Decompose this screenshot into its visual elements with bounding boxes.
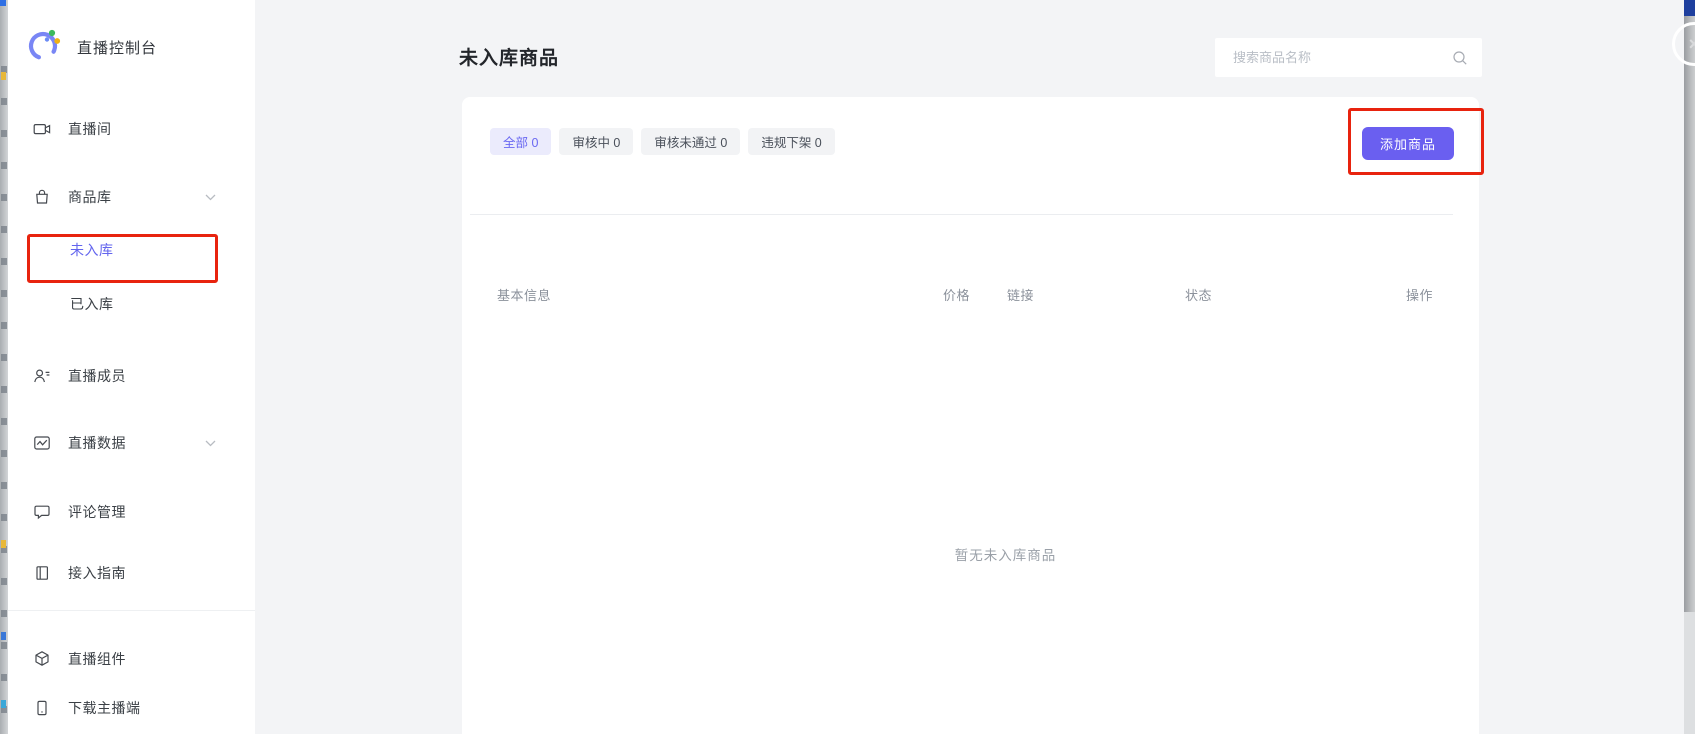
sidebar-item-label: 直播组件	[68, 649, 126, 669]
left-sliver-blue-fragment	[1, 632, 6, 640]
column-header-action: 操作	[1406, 285, 1433, 304]
screen: 直播控制台 直播间 商品库	[0, 0, 1695, 734]
sidebar: 直播控制台 直播间 商品库	[8, 0, 255, 734]
sidebar-item-live-data[interactable]: 直播数据	[8, 423, 255, 463]
sidebar-divider	[8, 610, 255, 611]
brand-title: 直播控制台	[77, 37, 157, 58]
sidebar-item-label: 已入库	[70, 294, 114, 314]
column-header-link: 链接	[1007, 285, 1034, 304]
content-card: 全部 0 审核中 0 审核未通过 0 违规下架 0 添加商品 基本信息 价格 链…	[462, 97, 1479, 734]
cube-icon	[33, 650, 51, 668]
column-header-basic-info: 基本信息	[497, 285, 551, 304]
right-sliver-blue-fragment	[1684, 0, 1695, 16]
close-icon[interactable]: ×	[1672, 22, 1695, 66]
table-header-row: 基本信息 价格 链接 状态 操作	[462, 285, 1479, 303]
phone-icon	[33, 699, 51, 717]
sidebar-item-label: 接入指南	[68, 563, 126, 583]
sidebar-item-label: 直播间	[68, 119, 112, 139]
brand: 直播控制台	[27, 28, 157, 67]
sidebar-item-product-library[interactable]: 商品库	[8, 177, 255, 217]
search-input[interactable]	[1215, 50, 1452, 65]
sidebar-item-not-in-library[interactable]: 未入库	[8, 230, 255, 270]
right-edge-window-sliver	[1684, 0, 1695, 734]
chevron-down-icon	[205, 440, 216, 447]
sidebar-item-comment-management[interactable]: 评论管理	[8, 492, 255, 532]
camera-icon	[33, 120, 51, 138]
member-icon	[33, 367, 51, 385]
bag-icon	[33, 188, 51, 206]
left-edge-window-sliver	[0, 0, 8, 734]
search-box	[1215, 38, 1482, 77]
sidebar-item-label: 直播成员	[68, 366, 126, 386]
filter-tab-violation-removed[interactable]: 违规下架 0	[748, 128, 834, 155]
add-product-button[interactable]: 添加商品	[1362, 127, 1454, 160]
filter-tab-all[interactable]: 全部 0	[490, 128, 551, 155]
sidebar-item-integration-guide[interactable]: 接入指南	[8, 553, 255, 593]
close-glyph: ×	[1689, 34, 1695, 55]
sidebar-item-label: 商品库	[68, 187, 112, 207]
sidebar-item-live-members[interactable]: 直播成员	[8, 356, 255, 396]
sidebar-item-label: 未入库	[70, 240, 114, 260]
sidebar-item-label: 直播数据	[68, 433, 126, 453]
sidebar-item-label: 评论管理	[68, 502, 126, 522]
chart-icon	[33, 434, 51, 452]
status-filter-tabs: 全部 0 审核中 0 审核未通过 0 违规下架 0	[490, 128, 835, 155]
filter-tab-in-review[interactable]: 审核中 0	[559, 128, 633, 155]
filter-tab-review-failed[interactable]: 审核未通过 0	[641, 128, 740, 155]
left-sliver-yellow-fragment	[1, 72, 6, 80]
left-sliver-blue-fragment	[1, 700, 6, 708]
sidebar-item-in-library[interactable]: 已入库	[8, 284, 255, 324]
chevron-down-icon	[205, 194, 216, 201]
column-header-status: 状态	[1185, 285, 1212, 304]
search-icon[interactable]	[1452, 50, 1468, 66]
sidebar-item-live-components[interactable]: 直播组件	[8, 639, 255, 679]
left-sliver-yellow-fragment	[1, 540, 6, 548]
logo-icon	[27, 28, 61, 67]
left-sliver-blue-fragment	[0, 0, 6, 6]
comment-icon	[33, 503, 51, 521]
page-title: 未入库商品	[459, 43, 559, 70]
empty-state-text: 暂无未入库商品	[462, 544, 1479, 564]
right-sliver-light-fragment	[1684, 612, 1695, 734]
column-header-price: 价格	[943, 285, 970, 304]
sidebar-item-label: 下载主播端	[68, 698, 141, 718]
table-header-divider	[470, 214, 1453, 215]
sidebar-item-live-room[interactable]: 直播间	[8, 109, 255, 149]
guide-icon	[33, 564, 51, 582]
sidebar-item-download-anchor-app[interactable]: 下载主播端	[8, 688, 255, 728]
